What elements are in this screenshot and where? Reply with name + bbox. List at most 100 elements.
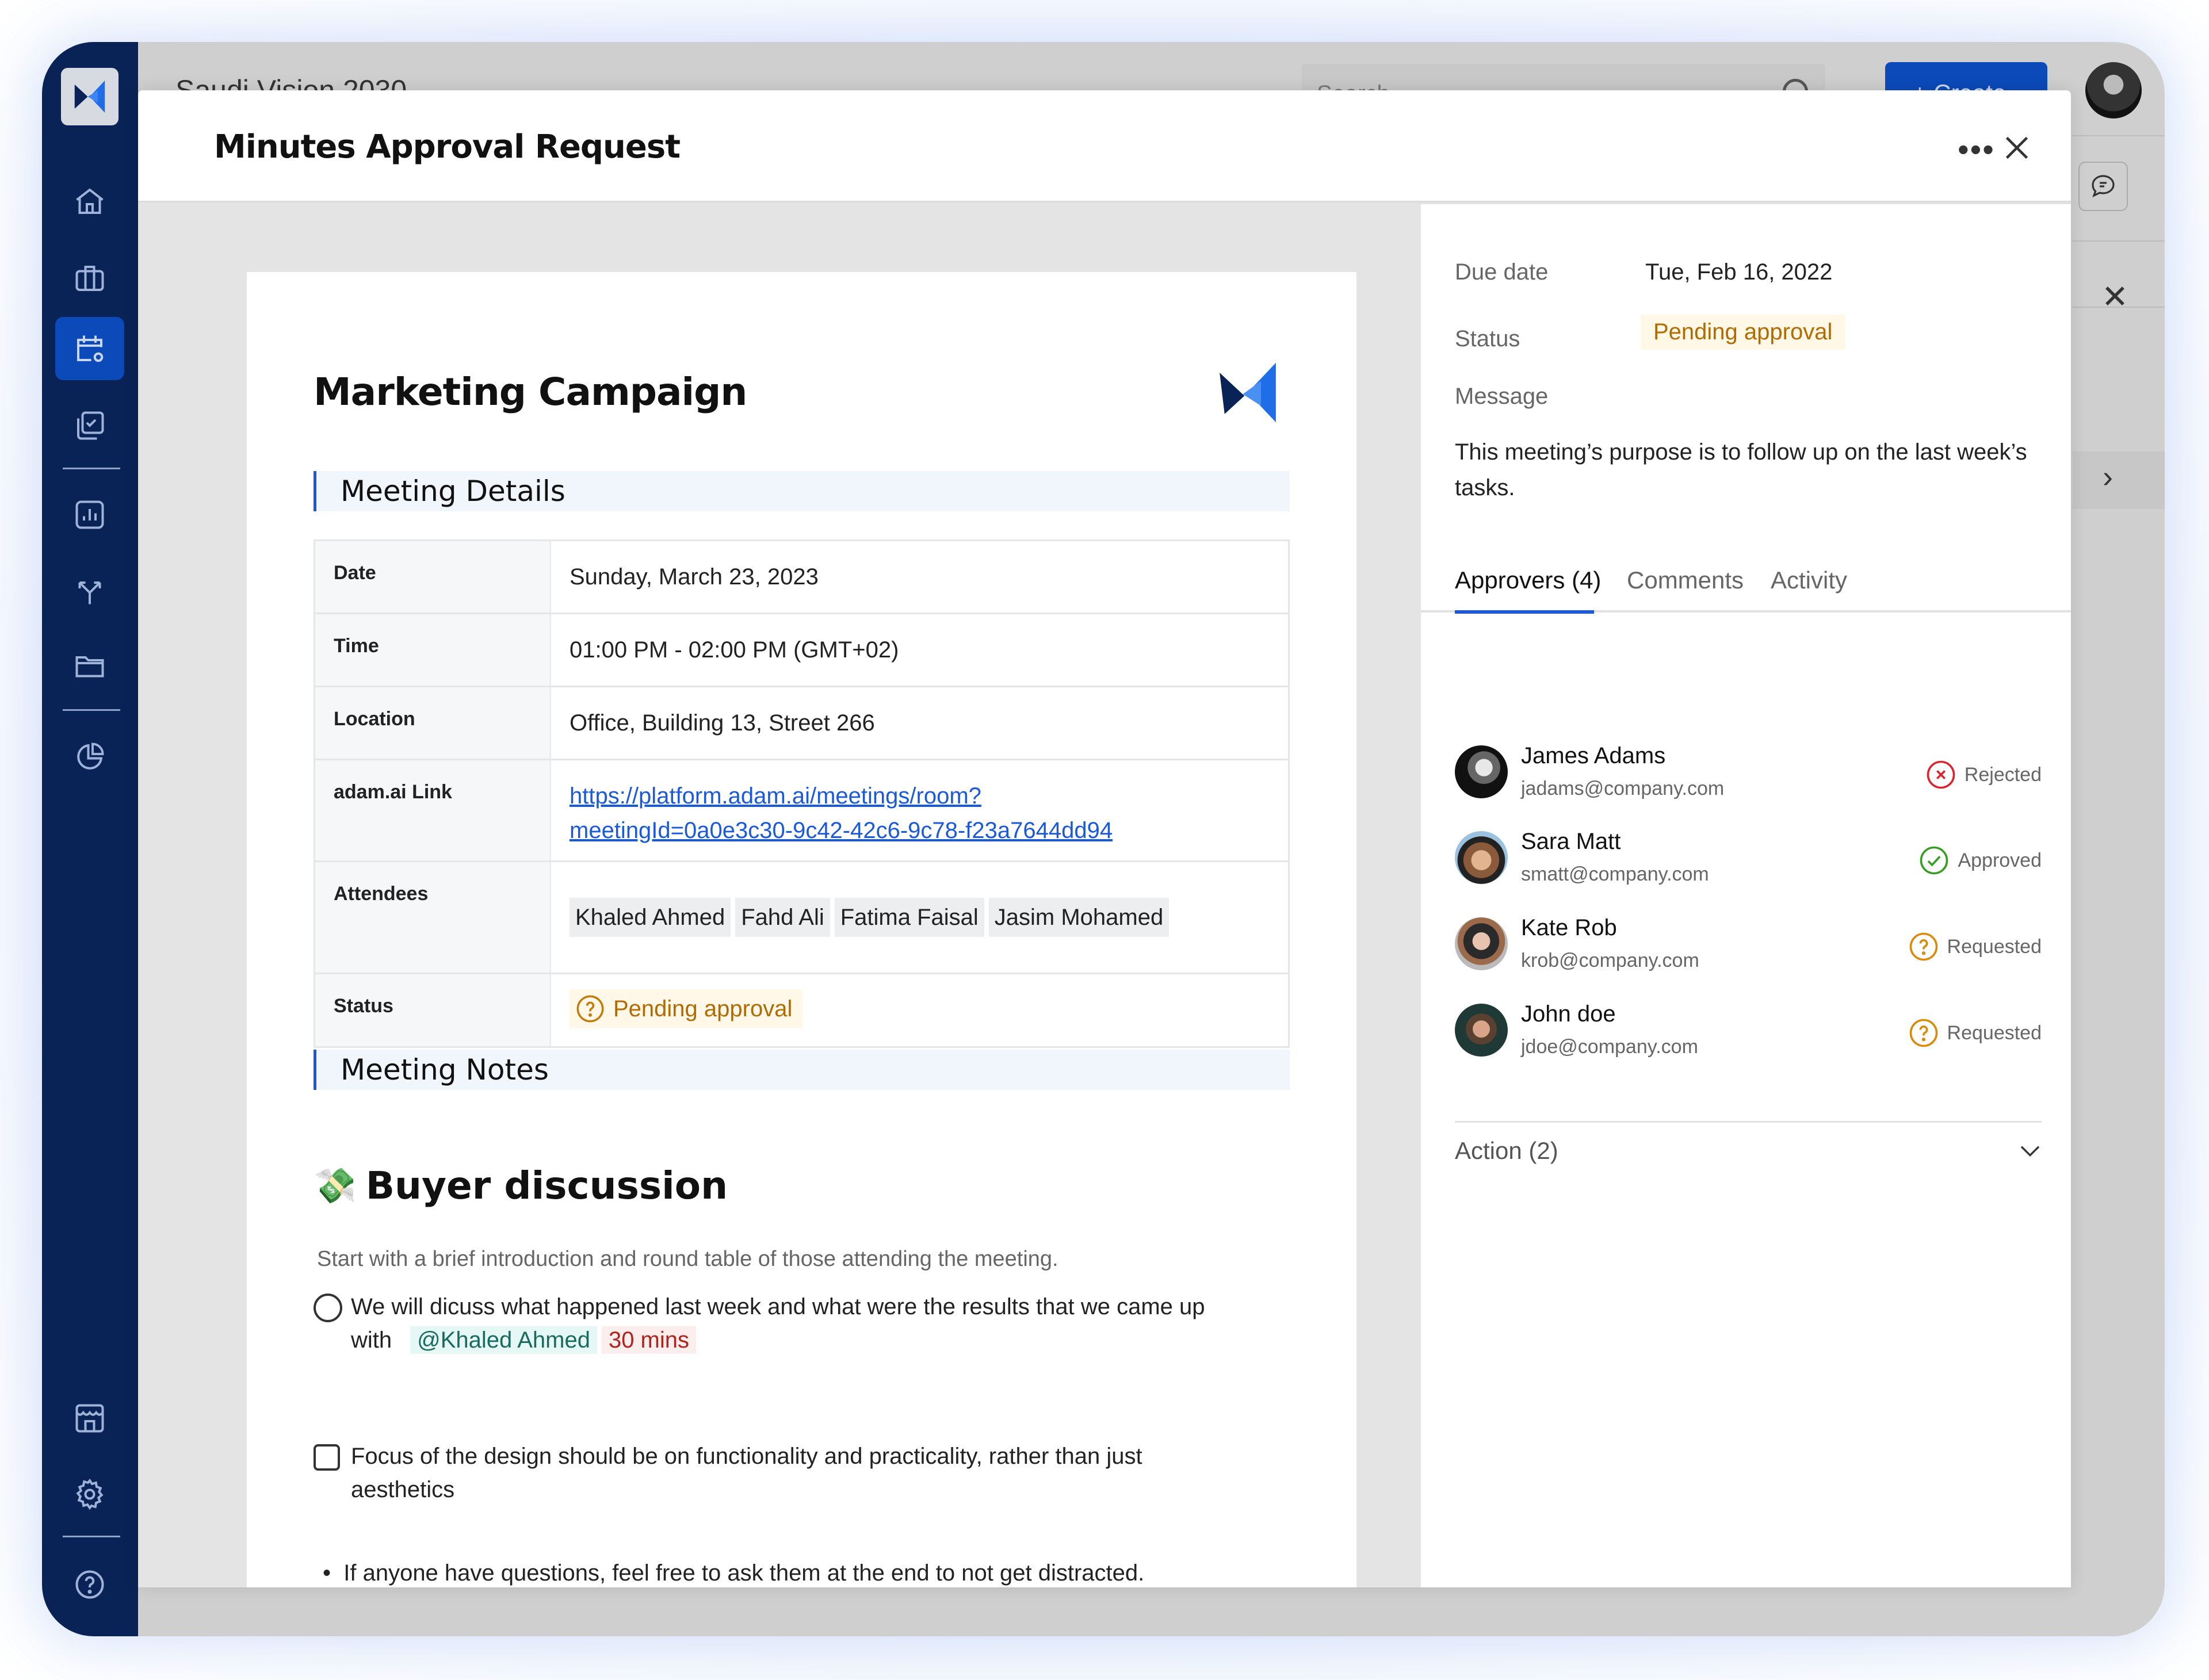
approved-check-circle-icon xyxy=(1920,846,1948,875)
chevron-right-icon[interactable]: › xyxy=(2103,459,2113,495)
sidebar xyxy=(42,42,138,1636)
tasks-check-icon xyxy=(77,411,104,440)
approver-email: jadams@company.com xyxy=(1521,778,1725,799)
approver-status: Approved xyxy=(1918,845,2042,876)
sidebar-item-analytics[interactable] xyxy=(55,725,124,789)
sidebar-item-workspaces[interactable] xyxy=(55,247,124,310)
approver-name: Sara Matt xyxy=(1521,829,1621,854)
attendee-chip: Khaled Ahmed xyxy=(570,898,731,937)
background-close-icon[interactable]: ✕ xyxy=(2101,278,2128,316)
attendees-value: Khaled Ahmed Fahd Ali Fatima Faisal Jasim M… xyxy=(550,861,1289,974)
message-text: This meeting’s purpose is to follow up o… xyxy=(1455,439,2027,500)
sidebar-item-tasks[interactable] xyxy=(55,394,124,457)
approver-row[interactable]: John doe jdoe@company.com Requested xyxy=(1455,1001,2042,1065)
action-accordion[interactable]: Action (2) xyxy=(1455,1137,2042,1177)
time-label: Time xyxy=(314,613,551,687)
tab-comments[interactable]: Comments xyxy=(1627,567,1744,594)
table-row: Time 01:00 PM - 02:00 PM (GMT+02) xyxy=(314,613,1289,687)
link-value: https://platform.adam.ai/meetings/room? … xyxy=(550,759,1289,862)
approver-status-text: Approved xyxy=(1958,849,2042,871)
requested-question-circle-icon xyxy=(1909,1019,1937,1047)
task-item: Focus of the design should be on functio… xyxy=(314,1440,1271,1506)
mention-tag[interactable]: @Khaled Ahmed xyxy=(410,1326,597,1354)
due-date-value: Tue, Feb 16, 2022 xyxy=(1645,259,1833,285)
calendar-icon xyxy=(77,335,104,362)
task-text: with xyxy=(351,1327,392,1353)
meeting-link[interactable]: meetingId=0a0e3c30-9c42-42c6-9c78-f23a76… xyxy=(570,818,1113,843)
app-frame: Saudi Vision 2030 Search + Create ✕ › xyxy=(42,42,2165,1636)
sidebar-item-help[interactable] xyxy=(55,1553,124,1616)
task-checkbox[interactable] xyxy=(314,1444,340,1471)
table-row: Location Office, Building 13, Street 266 xyxy=(314,686,1289,760)
money-emoji-icon: 💸 xyxy=(314,1166,357,1206)
location-label: Location xyxy=(314,686,551,760)
attendee-chip: Fatima Faisal xyxy=(834,898,984,937)
message-label: Message xyxy=(1455,384,1549,409)
tab-approvers[interactable]: Approvers (4) xyxy=(1455,567,1601,594)
meeting-link[interactable]: https://platform.adam.ai/meetings/room? xyxy=(570,783,981,809)
avatar xyxy=(1455,831,1508,884)
sidebar-divider xyxy=(63,1536,120,1537)
location-value: Office, Building 13, Street 266 xyxy=(550,686,1289,760)
approver-email: smatt@company.com xyxy=(1521,863,1709,885)
document-page: Marketing Campaign Meeting Details Date … xyxy=(247,272,1356,1587)
approver-name: Kate Rob xyxy=(1521,915,1617,940)
question-circle-icon xyxy=(576,995,604,1023)
approval-details-panel: Due date Tue, Feb 16, 2022 Status Pendin… xyxy=(1421,204,2071,1587)
sidebar-item-meetings[interactable] xyxy=(55,317,124,380)
divider xyxy=(2073,135,2165,136)
chevron-down-icon xyxy=(2020,1146,2040,1157)
more-options-button[interactable]: ••• xyxy=(1958,131,1995,168)
sidebar-item-workflows[interactable] xyxy=(55,560,124,623)
bullet-dot: • xyxy=(323,1560,344,1586)
close-icon[interactable] xyxy=(2000,131,2034,165)
notes-topic-heading: 💸 Buyer discussion xyxy=(314,1164,728,1208)
sidebar-item-settings[interactable] xyxy=(55,1463,124,1526)
table-row: Date Sunday, March 23, 2023 xyxy=(314,540,1289,614)
tab-activity[interactable]: Activity xyxy=(1771,567,1847,594)
background-list-row[interactable] xyxy=(2073,451,2165,509)
status-label: Status xyxy=(314,973,551,1048)
chat-button[interactable] xyxy=(2078,162,2128,211)
meeting-details-heading: Meeting Details xyxy=(314,471,1290,511)
approver-name: James Adams xyxy=(1521,743,1666,768)
notes-intro: Start with a brief introduction and roun… xyxy=(317,1247,1058,1271)
approver-row[interactable]: Sara Matt smatt@company.com Approved xyxy=(1455,829,2042,892)
requested-question-circle-icon xyxy=(1909,932,1937,961)
folder-icon xyxy=(75,656,104,678)
adam-logo-icon xyxy=(1220,362,1276,423)
task-text: We will dicuss what happened last week a… xyxy=(351,1294,1205,1319)
app-logo[interactable] xyxy=(61,68,119,125)
briefcase-icon xyxy=(75,266,104,291)
divider xyxy=(2073,307,2165,308)
approver-name: John doe xyxy=(1521,1001,1616,1027)
sidebar-item-files[interactable] xyxy=(55,634,124,698)
status-badge: Pending approval xyxy=(1641,315,1845,350)
approver-email: jdoe@company.com xyxy=(1521,1036,1698,1058)
document-title: Marketing Campaign xyxy=(314,370,747,414)
branch-icon xyxy=(78,581,101,604)
approver-row[interactable]: Kate Rob krob@company.com Requested xyxy=(1455,915,2042,978)
task-text: aesthetics xyxy=(351,1477,455,1502)
approver-row[interactable]: James Adams jadams@company.com Rejected xyxy=(1455,743,2042,806)
panel-tabs: Approvers (4) Comments Activity xyxy=(1421,555,2071,614)
meeting-details-table: Date Sunday, March 23, 2023 Time 01:00 P… xyxy=(314,539,1290,1048)
sidebar-divider xyxy=(63,468,120,469)
bar-chart-icon xyxy=(75,500,104,529)
status-text: Pending approval xyxy=(613,996,793,1021)
task-radio[interactable] xyxy=(314,1294,342,1322)
modal-title: Minutes Approval Request xyxy=(214,128,681,166)
sidebar-item-marketplace[interactable] xyxy=(55,1387,124,1450)
attendee-chip: Jasim Mohamed xyxy=(988,898,1170,937)
task-item: We will dicuss what happened last week a… xyxy=(314,1290,1271,1357)
table-row: Status Pending approval xyxy=(314,973,1289,1048)
help-icon xyxy=(75,1570,104,1599)
gear-icon xyxy=(76,1478,104,1510)
sidebar-item-reports[interactable] xyxy=(55,483,124,546)
duration-tag: 30 mins xyxy=(601,1326,697,1354)
sidebar-item-home[interactable] xyxy=(55,170,124,233)
divider xyxy=(1455,1121,2042,1123)
status-badge: Pending approval xyxy=(570,989,803,1028)
user-avatar[interactable] xyxy=(2085,62,2142,118)
time-value: 01:00 PM - 02:00 PM (GMT+02) xyxy=(550,613,1289,687)
